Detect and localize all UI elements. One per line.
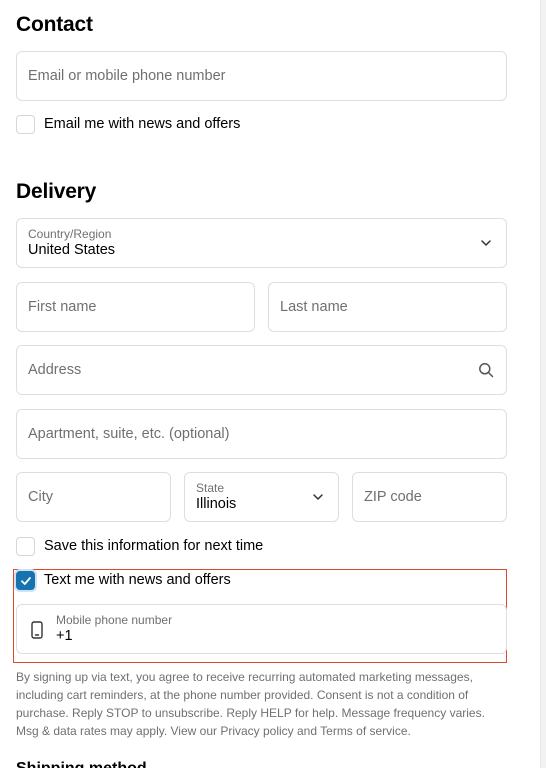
chevron-down-icon bbox=[478, 235, 494, 251]
state-label: State bbox=[196, 481, 225, 495]
mobile-phone-label: Mobile phone number bbox=[56, 613, 173, 627]
country-label: Country/Region bbox=[28, 227, 112, 241]
city-placeholder: City bbox=[28, 489, 53, 505]
country-value: United States bbox=[28, 242, 116, 258]
mobile-phone-icon bbox=[31, 621, 43, 644]
address-placeholder: Address bbox=[28, 362, 82, 378]
email-news-checkbox[interactable] bbox=[16, 115, 35, 134]
chevron-down-icon bbox=[310, 489, 326, 505]
zip-placeholder: ZIP code bbox=[364, 489, 422, 505]
address-field[interactable]: Address bbox=[16, 345, 507, 395]
checkmark-icon bbox=[21, 577, 31, 585]
email-news-label: Email me with news and offers bbox=[44, 116, 241, 132]
search-icon[interactable] bbox=[478, 362, 494, 378]
email-placeholder: Email or mobile phone number bbox=[28, 68, 226, 84]
contact-title: Contact bbox=[16, 13, 93, 36]
first-name-placeholder: First name bbox=[28, 299, 97, 315]
country-select[interactable]: Country/Region United States bbox=[16, 218, 507, 268]
save-info-label: Save this information for next time bbox=[44, 538, 264, 554]
delivery-title: Delivery bbox=[16, 180, 97, 203]
state-value: Illinois bbox=[196, 496, 237, 512]
mobile-phone-value: +1 bbox=[56, 628, 73, 644]
save-info-checkbox[interactable] bbox=[16, 537, 35, 556]
sms-consent-text: By signing up via text, you agree to rec… bbox=[16, 670, 485, 738]
email-field[interactable]: Email or mobile phone number bbox=[16, 51, 507, 101]
apartment-field[interactable]: Apartment, suite, etc. (optional) bbox=[16, 409, 507, 459]
last-name-field[interactable]: Last name bbox=[268, 282, 507, 332]
state-select[interactable]: State Illinois bbox=[184, 472, 339, 522]
text-news-label: Text me with news and offers bbox=[44, 572, 231, 588]
shipping-method-title: Shipping method bbox=[16, 760, 147, 768]
scrollbar-track[interactable] bbox=[540, 0, 546, 768]
first-name-field[interactable]: First name bbox=[16, 282, 255, 332]
zip-field[interactable]: ZIP code bbox=[352, 472, 507, 522]
apartment-placeholder: Apartment, suite, etc. (optional) bbox=[28, 426, 230, 442]
city-field[interactable]: City bbox=[16, 472, 171, 522]
last-name-placeholder: Last name bbox=[280, 299, 348, 315]
mobile-phone-field[interactable]: Mobile phone number +1 bbox=[16, 604, 507, 654]
text-news-checkbox[interactable] bbox=[16, 571, 35, 590]
